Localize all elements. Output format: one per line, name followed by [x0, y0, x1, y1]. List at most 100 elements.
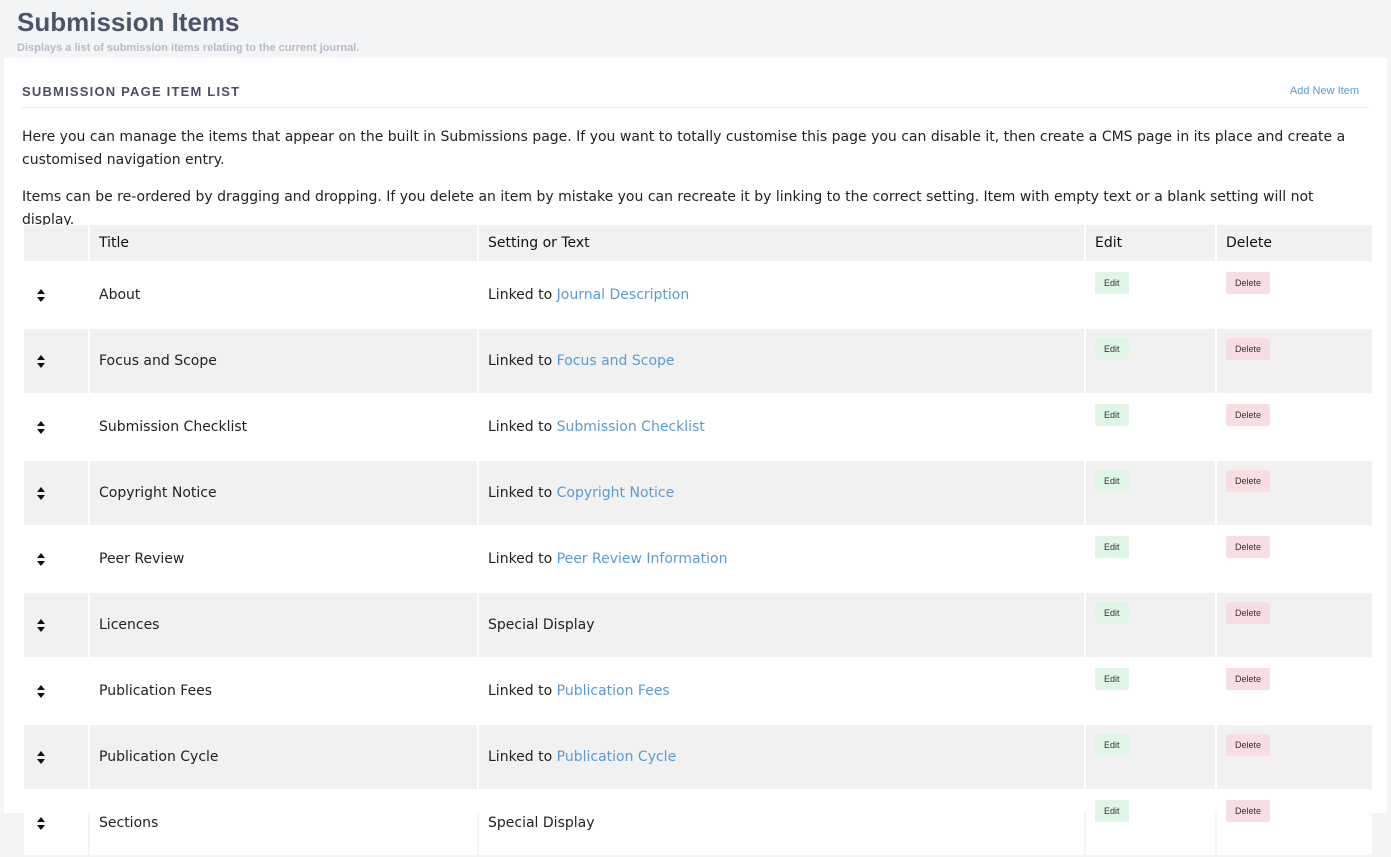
table-row[interactable]: Sections Special Display Edit Delete — [24, 791, 1372, 855]
page-header: Submission Items Displays a list of subm… — [17, 6, 359, 54]
delete-button[interactable]: Delete — [1226, 800, 1271, 822]
sort-drag-icon[interactable] — [37, 816, 45, 830]
setting-link[interactable]: Publication Cycle — [557, 749, 677, 765]
item-list-card: SUBMISSION PAGE ITEM LIST Add New Item H… — [4, 58, 1387, 855]
item-setting: Linked to Focus and Scope — [479, 329, 1084, 393]
delete-button[interactable]: Delete — [1226, 536, 1271, 558]
table-row[interactable]: About Linked to Journal Description Edit De… — [24, 263, 1372, 327]
setting-prefix: Linked to — [488, 419, 557, 435]
edit-cell: Edit — [1086, 395, 1215, 459]
table-row[interactable]: Publication Fees Linked to Publication Fe… — [24, 659, 1372, 723]
delete-cell: Delete — [1217, 395, 1372, 459]
setting-link[interactable]: Journal Description — [557, 287, 690, 303]
delete-cell: Delete — [1217, 263, 1372, 327]
item-title: Publication Fees — [90, 659, 477, 723]
table-row[interactable]: Licences Special Display Edit Delete — [24, 593, 1372, 657]
item-title: Sections — [90, 791, 477, 855]
drag-handle-cell[interactable] — [24, 395, 88, 459]
sort-drag-icon[interactable] — [37, 486, 45, 500]
edit-cell: Edit — [1086, 725, 1215, 789]
delete-button[interactable]: Delete — [1226, 602, 1271, 624]
setting-prefix: Linked to — [488, 749, 557, 765]
setting-prefix: Linked to — [488, 485, 557, 501]
delete-button[interactable]: Delete — [1226, 338, 1271, 360]
sort-drag-icon[interactable] — [37, 420, 45, 434]
drag-handle-cell[interactable] — [24, 527, 88, 591]
edit-button[interactable]: Edit — [1095, 338, 1129, 360]
delete-cell: Delete — [1217, 725, 1372, 789]
delete-column-header: Delete — [1217, 225, 1372, 261]
drag-handle-cell[interactable] — [24, 725, 88, 789]
item-title: Licences — [90, 593, 477, 657]
sort-drag-icon[interactable] — [37, 288, 45, 302]
item-setting: Linked to Copyright Notice — [479, 461, 1084, 525]
item-setting: Special Display — [479, 593, 1084, 657]
delete-cell: Delete — [1217, 461, 1372, 525]
drag-handle-cell[interactable] — [24, 593, 88, 657]
page-subtitle: Displays a list of submission items rela… — [17, 42, 360, 54]
item-setting: Linked to Submission Checklist — [479, 395, 1084, 459]
setting-link[interactable]: Copyright Notice — [557, 485, 675, 501]
drag-handle-cell[interactable] — [24, 329, 88, 393]
item-title: Focus and Scope — [90, 329, 477, 393]
sort-drag-icon[interactable] — [37, 684, 45, 698]
sort-drag-icon[interactable] — [37, 552, 45, 566]
delete-button[interactable]: Delete — [1226, 404, 1271, 426]
delete-button[interactable]: Delete — [1226, 734, 1271, 756]
edit-button[interactable]: Edit — [1095, 536, 1129, 558]
title-column-header: Title — [90, 225, 477, 261]
table-row[interactable]: Submission Checklist Linked to Submission… — [24, 395, 1372, 459]
delete-cell: Delete — [1217, 527, 1372, 591]
item-setting: Linked to Publication Fees — [479, 659, 1084, 723]
edit-button[interactable]: Edit — [1095, 272, 1129, 294]
item-setting: Linked to Publication Cycle — [479, 725, 1084, 789]
add-new-item-link[interactable]: Add New Item — [1290, 85, 1359, 97]
sort-drag-icon[interactable] — [37, 618, 45, 632]
edit-cell: Edit — [1086, 593, 1215, 657]
delete-button[interactable]: Delete — [1226, 470, 1271, 492]
item-title: Copyright Notice — [90, 461, 477, 525]
sort-drag-icon[interactable] — [37, 750, 45, 764]
item-title: Publication Cycle — [90, 725, 477, 789]
edit-column-header: Edit — [1086, 225, 1215, 261]
edit-button[interactable]: Edit — [1095, 404, 1129, 426]
delete-cell: Delete — [1217, 329, 1372, 393]
sort-drag-icon[interactable] — [37, 354, 45, 368]
item-setting: Linked to Journal Description — [479, 263, 1084, 327]
table-row[interactable]: Publication Cycle Linked to Publication C… — [24, 725, 1372, 789]
table-row[interactable]: Focus and Scope Linked to Focus and Scope… — [24, 329, 1372, 393]
edit-button[interactable]: Edit — [1095, 734, 1129, 756]
items-table: Title Setting or Text Edit Delete About L… — [22, 223, 1374, 857]
item-title: Peer Review — [90, 527, 477, 591]
drag-handle-cell[interactable] — [24, 791, 88, 855]
edit-cell: Edit — [1086, 461, 1215, 525]
edit-cell: Edit — [1086, 329, 1215, 393]
edit-button[interactable]: Edit — [1095, 470, 1129, 492]
table-row[interactable]: Copyright Notice Linked to Copyright Noti… — [24, 461, 1372, 525]
setting-column-header: Setting or Text — [479, 225, 1084, 261]
edit-button[interactable]: Edit — [1095, 800, 1129, 822]
edit-button[interactable]: Edit — [1095, 602, 1129, 624]
table-row[interactable]: Peer Review Linked to Peer Review Informa… — [24, 527, 1372, 591]
drag-handle-cell[interactable] — [24, 659, 88, 723]
delete-button[interactable]: Delete — [1226, 272, 1271, 294]
drag-handle-cell[interactable] — [24, 263, 88, 327]
intro-paragraph: Here you can manage the items that appea… — [22, 129, 1346, 168]
setting-prefix: Linked to — [488, 287, 557, 303]
drag-handle-cell[interactable] — [24, 461, 88, 525]
setting-text: Special Display — [488, 617, 595, 633]
delete-button[interactable]: Delete — [1226, 668, 1271, 690]
edit-cell: Edit — [1086, 659, 1215, 723]
setting-link[interactable]: Publication Fees — [557, 683, 670, 699]
edit-button[interactable]: Edit — [1095, 668, 1129, 690]
setting-link[interactable]: Focus and Scope — [557, 353, 675, 369]
edit-cell: Edit — [1086, 263, 1215, 327]
table-header-row: Title Setting or Text Edit Delete — [24, 225, 1372, 261]
delete-cell: Delete — [1217, 593, 1372, 657]
item-title: About — [90, 263, 477, 327]
drag-column-header — [24, 225, 88, 261]
delete-cell: Delete — [1217, 659, 1372, 723]
setting-prefix: Linked to — [488, 683, 557, 699]
setting-link[interactable]: Submission Checklist — [557, 419, 705, 435]
setting-link[interactable]: Peer Review Information — [557, 551, 728, 567]
